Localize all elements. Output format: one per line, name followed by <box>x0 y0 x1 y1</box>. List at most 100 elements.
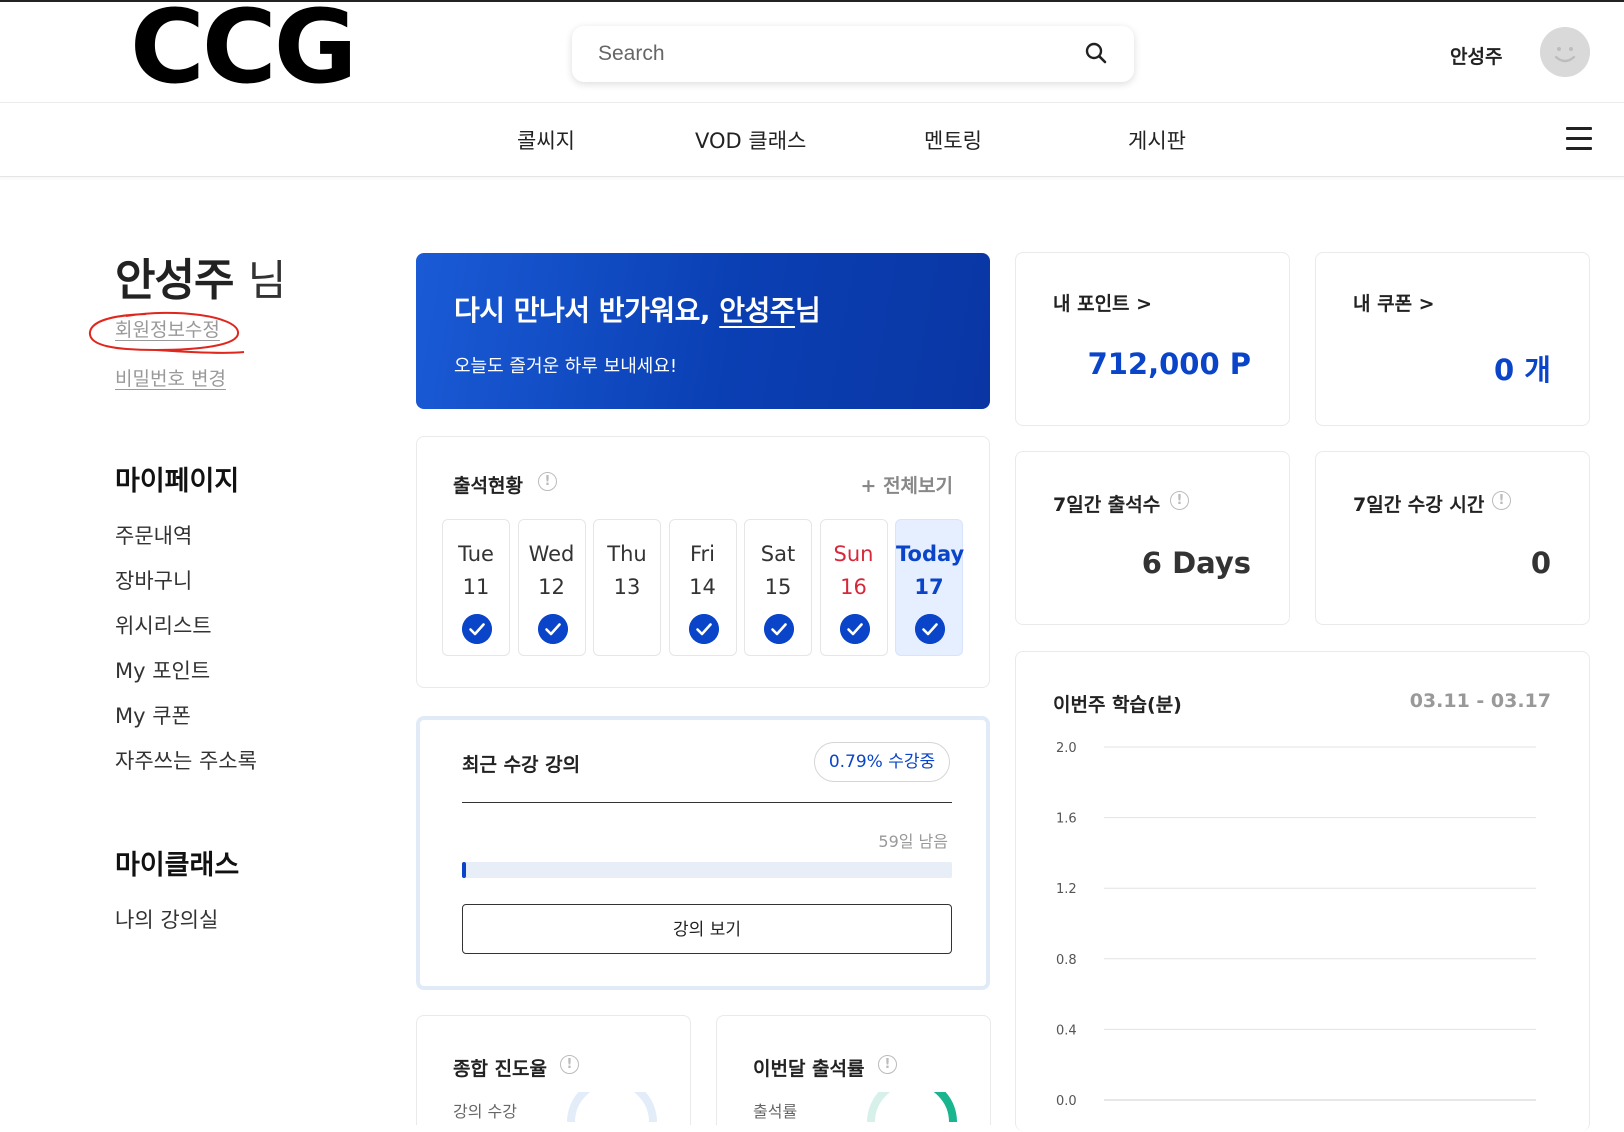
day-name: Sat <box>760 542 796 566</box>
greeting-name: 안성주 <box>719 294 796 327</box>
mypage-title: 마이페이지 <box>115 466 240 497</box>
nav-item-mentoring[interactable]: 멘토링 <box>924 125 982 155</box>
sidebar-item-my-classroom[interactable]: 나의 강의실 <box>115 904 218 934</box>
hamburger-menu-icon[interactable] <box>1566 127 1592 151</box>
attendance-day: Sun 16 <box>819 519 888 656</box>
overall-progress-title: 종합 진도율 <box>453 1058 548 1080</box>
day-date: 11 <box>462 575 490 599</box>
course-progress-bar <box>462 862 952 878</box>
info-icon[interactable]: ! <box>1492 491 1511 510</box>
day-date: 15 <box>764 575 792 599</box>
info-icon[interactable]: ! <box>560 1055 579 1074</box>
points-title[interactable]: 내 포인트 > <box>1053 289 1152 316</box>
nav-item-board[interactable]: 게시판 <box>1128 125 1186 155</box>
info-icon[interactable]: ! <box>538 472 557 491</box>
profile-name-text: 안성주 <box>115 255 234 306</box>
points-value: 712,000 P <box>1087 347 1251 381</box>
attendance-day: Thu 13 <box>593 519 661 656</box>
remaining-days: 59일 남음 <box>878 832 948 851</box>
logo[interactable]: CCG <box>130 0 357 99</box>
greeting-suffix: 님 <box>795 294 821 327</box>
view-course-button[interactable]: 강의 보기 <box>462 904 952 954</box>
attendance-day: Today 17 <box>895 519 965 656</box>
check-icon <box>839 614 870 644</box>
greeting-prefix: 다시 만나서 반가워요, <box>454 294 720 327</box>
coupons-title[interactable]: 내 쿠폰 > <box>1353 289 1435 316</box>
attendance-day: Fri 14 <box>668 519 737 656</box>
welcome-banner: 다시 만나서 반가워요, 안성주님 오늘도 즐거운 하루 보내세요! <box>416 253 990 409</box>
avatar-icon[interactable] <box>1540 27 1590 77</box>
red-annotation-ellipse <box>88 311 245 354</box>
myclass-title: 마이클래스 <box>115 850 240 881</box>
day-date: 17 <box>914 575 944 599</box>
overall-progress-card: 종합 진도율 ! 강의 수강 <box>416 1015 691 1125</box>
y-tick-label: 1.6 <box>1056 812 1077 827</box>
search-icon[interactable] <box>1084 41 1108 65</box>
overall-progress-label: 강의 수강 <box>453 1102 517 1121</box>
day-name: Sun <box>833 542 874 566</box>
check-icon <box>462 614 492 644</box>
profile-name-suffix: 님 <box>247 256 287 305</box>
recent-course-title: 최근 수강 강의 <box>462 754 581 776</box>
monthly-attendance-card: 이번달 출석률 ! 출석률 <box>716 1015 991 1125</box>
main-nav: 콜씨지 VOD 클래스 멘토링 게시판 <box>0 103 1624 177</box>
monthly-attendance-label: 출석률 <box>753 1102 798 1121</box>
day-name: Wed <box>528 542 575 566</box>
y-tick-label: 0.0 <box>1056 1094 1077 1109</box>
attendance-view-all-link[interactable]: + 전체보기 <box>861 471 953 498</box>
sidebar-item-orders[interactable]: 주문내역 <box>115 520 192 550</box>
welcome-greeting: 다시 만나서 반가워요, 안성주님 <box>454 289 821 329</box>
day-date: 14 <box>689 575 716 599</box>
course-progress-fill <box>462 862 466 878</box>
check-icon <box>537 614 568 644</box>
y-tick-label: 0.4 <box>1056 1023 1077 1038</box>
weekly-study-card: 이번주 학습(분) 03.11 - 03.17 2.0 1.6 1.2 0.8 0.4 0… <box>1015 651 1590 1131</box>
attendance-7d-value: 6 Days <box>1141 546 1251 580</box>
attendance-7d-title: 7일간 출석수 <box>1053 494 1161 516</box>
info-icon[interactable]: ! <box>1170 491 1189 510</box>
search-box[interactable] <box>572 26 1134 82</box>
check-icon <box>764 614 794 644</box>
coupons-value: 0 개 <box>1494 353 1551 387</box>
change-password-link[interactable]: 비밀번호 변경 <box>115 364 226 391</box>
info-icon[interactable]: ! <box>878 1055 897 1074</box>
sidebar-item-my-points[interactable]: My 포인트 <box>115 655 210 685</box>
day-name: Today <box>896 542 965 566</box>
day-date: 16 <box>840 575 867 599</box>
monthly-attendance-donut <box>867 1092 957 1122</box>
sidebar-item-wishlist[interactable]: 위시리스트 <box>115 610 212 640</box>
study-time-7d-value: 0 <box>1530 546 1551 580</box>
study-time-7d-title: 7일간 수강 시간 <box>1353 494 1485 516</box>
sidebar-item-address-book[interactable]: 자주쓰는 주소록 <box>115 745 257 775</box>
day-date: 13 <box>613 575 641 599</box>
divider <box>462 802 952 803</box>
profile-name: 안성주 님 <box>115 244 287 308</box>
check-icon <box>915 614 945 644</box>
attendance-title: 출석현황 <box>453 475 523 497</box>
nav-item-vod-class[interactable]: VOD 클래스 <box>695 125 806 155</box>
points-card[interactable]: 내 포인트 > 712,000 P <box>1015 252 1290 426</box>
sidebar-item-cart[interactable]: 장바구니 <box>115 565 192 595</box>
y-tick-label: 1.2 <box>1056 882 1077 897</box>
nav-item-colcg[interactable]: 콜씨지 <box>517 125 575 155</box>
study-time-7d-card: 7일간 수강 시간 ! 0 <box>1315 451 1590 625</box>
attendance-7d-card: 7일간 출석수 ! 6 Days <box>1015 451 1290 625</box>
attendance-day: Sat 15 <box>744 519 812 656</box>
sidebar-item-my-coupons[interactable]: My 쿠폰 <box>115 700 191 730</box>
weekly-study-chart: 2.0 1.6 1.2 0.8 0.4 0.0 <box>1056 741 1536 1109</box>
day-name: Fri <box>689 542 716 566</box>
attendance-day: Wed 12 <box>517 519 586 656</box>
recent-course-card: 최근 수강 강의 0.79% 수강중 59일 남음 강의 보기 <box>416 716 990 990</box>
search-input[interactable] <box>596 38 1066 70</box>
check-icon <box>688 614 719 644</box>
welcome-subtext: 오늘도 즐거운 하루 보내세요! <box>454 356 678 377</box>
y-tick-label: 2.0 <box>1056 741 1077 756</box>
day-date: 12 <box>538 575 565 599</box>
progress-pill: 0.79% 수강중 <box>814 742 950 782</box>
coupons-card[interactable]: 내 쿠폰 > 0 개 <box>1315 252 1590 426</box>
day-name: Tue <box>458 542 494 566</box>
monthly-attendance-title: 이번달 출석률 <box>753 1058 865 1080</box>
attendance-day: Tue 11 <box>442 519 510 656</box>
header-user-name[interactable]: 안성주 <box>1450 42 1502 69</box>
day-name: Thu <box>607 542 647 566</box>
